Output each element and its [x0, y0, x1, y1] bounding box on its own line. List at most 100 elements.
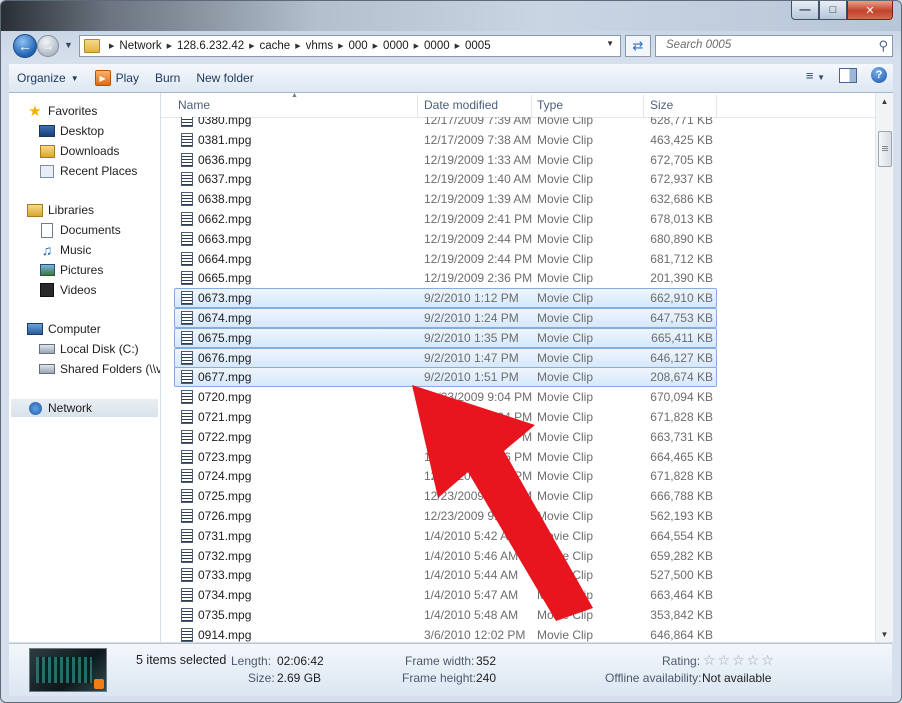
- minimize-button[interactable]: —: [791, 1, 819, 20]
- column-divider[interactable]: [531, 95, 532, 117]
- sidebar-item-documents[interactable]: Documents: [39, 221, 121, 239]
- maximize-button[interactable]: □: [819, 1, 847, 20]
- change-view-button[interactable]: ≡ ▼: [806, 68, 825, 83]
- sidebar-item-recent-places[interactable]: Recent Places: [39, 162, 137, 180]
- breadcrumb-item[interactable]: 0000: [424, 40, 450, 52]
- sidebar-item-downloads[interactable]: Downloads: [39, 142, 119, 160]
- table-row[interactable]: 0637.mpg 12/19/2009 1:40 AM Movie Clip 672,…: [161, 169, 875, 189]
- breadcrumb-item[interactable]: 128.6.232.42: [177, 40, 244, 52]
- sidebar-item-libraries[interactable]: Libraries: [27, 201, 94, 219]
- scroll-up-button[interactable]: ▲: [876, 93, 893, 109]
- column-header-type[interactable]: Type: [537, 98, 563, 112]
- table-row[interactable]: 0673.mpg 9/2/2010 1:12 PM Movie Clip 662,91…: [161, 288, 875, 309]
- file-list: ▲ Name Date modified Type Size 0380.mpg 1…: [161, 93, 875, 642]
- sidebar-item-desktop[interactable]: Desktop: [39, 122, 104, 140]
- sidebar-item-videos[interactable]: Videos: [39, 281, 96, 299]
- column-header-size[interactable]: Size: [650, 98, 673, 112]
- title-bar[interactable]: — □ ✕: [1, 1, 901, 31]
- table-row[interactable]: 0664.mpg 12/19/2009 2:44 PM Movie Clip 681,…: [161, 249, 875, 269]
- table-row[interactable]: 0720.mpg 12/23/2009 9:04 PM Movie Clip 670,…: [161, 387, 875, 407]
- breadcrumb-separator-icon[interactable]: ▶: [295, 42, 300, 50]
- address-bar[interactable]: ▶ Network ▶ 128.6.232.42 ▶ cache ▶ vhms ▶ 000 ▶ 000…: [79, 35, 621, 57]
- recent-pages-dropdown[interactable]: ▼: [64, 40, 73, 50]
- video-file-icon: [181, 310, 193, 325]
- table-row[interactable]: 0724.mpg 12/23/2009 9:09 PM Movie Clip 671,…: [161, 466, 875, 486]
- table-row[interactable]: 0380.mpg 12/17/2009 7:39 AM Movie Clip 628,…: [161, 117, 875, 130]
- table-row[interactable]: 0675.mpg 9/2/2010 1:35 PM Movie Clip 665,41…: [161, 327, 875, 348]
- close-button[interactable]: ✕: [847, 1, 893, 20]
- column-header-date[interactable]: Date modified: [424, 98, 498, 112]
- preview-pane-button[interactable]: [839, 67, 857, 83]
- table-row[interactable]: 0722.mpg 12/23/2009 9:04 PM Movie Clip 663,…: [161, 427, 875, 447]
- table-row[interactable]: 0731.mpg 1/4/2010 5:42 AM Movie Clip 664,55…: [161, 526, 875, 546]
- sidebar-item-shared-folders[interactable]: Shared Folders (\\vm: [39, 360, 161, 378]
- table-row[interactable]: 0638.mpg 12/19/2009 1:39 AM Movie Clip 632,…: [161, 189, 875, 209]
- rating-stars[interactable]: ☆☆☆☆☆: [703, 652, 776, 669]
- table-row[interactable]: 0735.mpg 1/4/2010 5:48 AM Movie Clip 353,84…: [161, 605, 875, 625]
- table-row[interactable]: 0726.mpg 12/23/2009 9:14 PM Movie Clip 562,…: [161, 506, 875, 526]
- breadcrumb-separator-icon[interactable]: ▶: [373, 42, 378, 50]
- column-divider[interactable]: [417, 95, 418, 117]
- table-row[interactable]: 0674.mpg 9/2/2010 1:24 PM Movie Clip 647,75…: [161, 307, 875, 328]
- table-row[interactable]: 0734.mpg 1/4/2010 5:47 AM Movie Clip 663,46…: [161, 585, 875, 605]
- file-type: Movie Clip: [537, 627, 594, 642]
- organize-button[interactable]: Organize ▼: [9, 66, 87, 90]
- sidebar-item-pictures[interactable]: Pictures: [39, 261, 103, 279]
- forward-button[interactable]: →: [37, 35, 59, 57]
- breadcrumb-item[interactable]: 000: [348, 40, 367, 52]
- table-row[interactable]: 0381.mpg 12/17/2009 7:38 AM Movie Clip 463,…: [161, 130, 875, 150]
- breadcrumb-item[interactable]: cache: [260, 40, 291, 52]
- breadcrumb-separator-icon[interactable]: ▶: [455, 42, 460, 50]
- file-size: 353,842 KB: [650, 607, 713, 622]
- breadcrumb-separator-icon[interactable]: ▶: [414, 42, 419, 50]
- table-row[interactable]: 0733.mpg 1/4/2010 5:44 AM Movie Clip 527,50…: [161, 565, 875, 585]
- table-row[interactable]: 0663.mpg 12/19/2009 2:44 PM Movie Clip 680,…: [161, 229, 875, 249]
- breadcrumb-item[interactable]: 0000: [383, 40, 409, 52]
- sidebar-item-label: Shared Folders (\\vm: [60, 362, 161, 376]
- sidebar-item-music[interactable]: ♫ Music: [39, 241, 92, 259]
- back-button[interactable]: ←: [13, 34, 37, 58]
- table-row[interactable]: 0662.mpg 12/19/2009 2:41 PM Movie Clip 678,…: [161, 209, 875, 229]
- video-file-icon: [181, 152, 193, 167]
- column-divider[interactable]: [716, 95, 717, 117]
- burn-button[interactable]: Burn: [147, 66, 188, 90]
- file-name: 0734.mpg: [198, 588, 252, 603]
- breadcrumb-item[interactable]: vhms: [306, 40, 333, 52]
- table-row[interactable]: 0723.mpg 12/23/2009 9:06 PM Movie Clip 664,…: [161, 447, 875, 467]
- file-size: 628,771 KB: [650, 117, 713, 127]
- table-row[interactable]: 0677.mpg 9/2/2010 1:51 PM Movie Clip 208,67…: [161, 367, 875, 388]
- sidebar-item-computer[interactable]: Computer: [27, 320, 101, 338]
- play-button[interactable]: ▶ Play: [87, 66, 147, 90]
- breadcrumb-separator-icon[interactable]: ▶: [249, 42, 254, 50]
- scroll-thumb[interactable]: [878, 131, 892, 167]
- file-type: Movie Clip: [537, 568, 594, 583]
- sidebar-item-favorites[interactable]: ★ Favorites: [27, 102, 97, 120]
- video-file-icon: [181, 350, 193, 365]
- sidebar-item-network[interactable]: Network: [11, 399, 158, 417]
- table-row[interactable]: 0914.mpg 3/6/2010 12:02 PM Movie Clip 646,8…: [161, 625, 875, 642]
- table-row[interactable]: 0732.mpg 1/4/2010 5:46 AM Movie Clip 659,28…: [161, 546, 875, 566]
- help-icon: ?: [875, 69, 883, 81]
- scroll-down-button[interactable]: ▼: [876, 626, 893, 642]
- address-dropdown-icon[interactable]: ▼: [606, 39, 614, 48]
- refresh-button[interactable]: ⇄: [625, 35, 651, 57]
- column-header-name[interactable]: Name: [178, 98, 210, 112]
- sidebar-item-local-disk[interactable]: Local Disk (C:): [39, 340, 139, 358]
- breadcrumb-separator-icon[interactable]: ▶: [109, 42, 114, 50]
- search-icon[interactable]: ⚲: [878, 38, 888, 54]
- table-row[interactable]: 0665.mpg 12/19/2009 2:36 PM Movie Clip 201,…: [161, 268, 875, 288]
- explorer-window: — □ ✕ ← → ▼ ▶ Network ▶ 128.6.232.42 ▶ cache ▶…: [0, 0, 902, 703]
- breadcrumb-item[interactable]: 0005: [465, 40, 491, 52]
- help-button[interactable]: ?: [871, 67, 887, 83]
- breadcrumb-separator-icon[interactable]: ▶: [167, 42, 172, 50]
- column-divider[interactable]: [643, 95, 644, 117]
- vertical-scrollbar[interactable]: ▲ ▼: [875, 93, 893, 642]
- table-row[interactable]: 0721.mpg 12/23/2009 9:04 PM Movie Clip 671,…: [161, 407, 875, 427]
- breadcrumb-separator-icon[interactable]: ▶: [338, 42, 343, 50]
- table-row[interactable]: 0725.mpg 12/23/2009 9:10 PM Movie Clip 666,…: [161, 486, 875, 506]
- table-row[interactable]: 0636.mpg 12/19/2009 1:33 AM Movie Clip 672,…: [161, 150, 875, 170]
- new-folder-button[interactable]: New folder: [188, 66, 261, 90]
- breadcrumb-item[interactable]: Network: [119, 40, 161, 52]
- table-row[interactable]: 0676.mpg 9/2/2010 1:47 PM Movie Clip 646,12…: [161, 347, 875, 368]
- search-input[interactable]: Search 0005 ⚲: [655, 35, 893, 57]
